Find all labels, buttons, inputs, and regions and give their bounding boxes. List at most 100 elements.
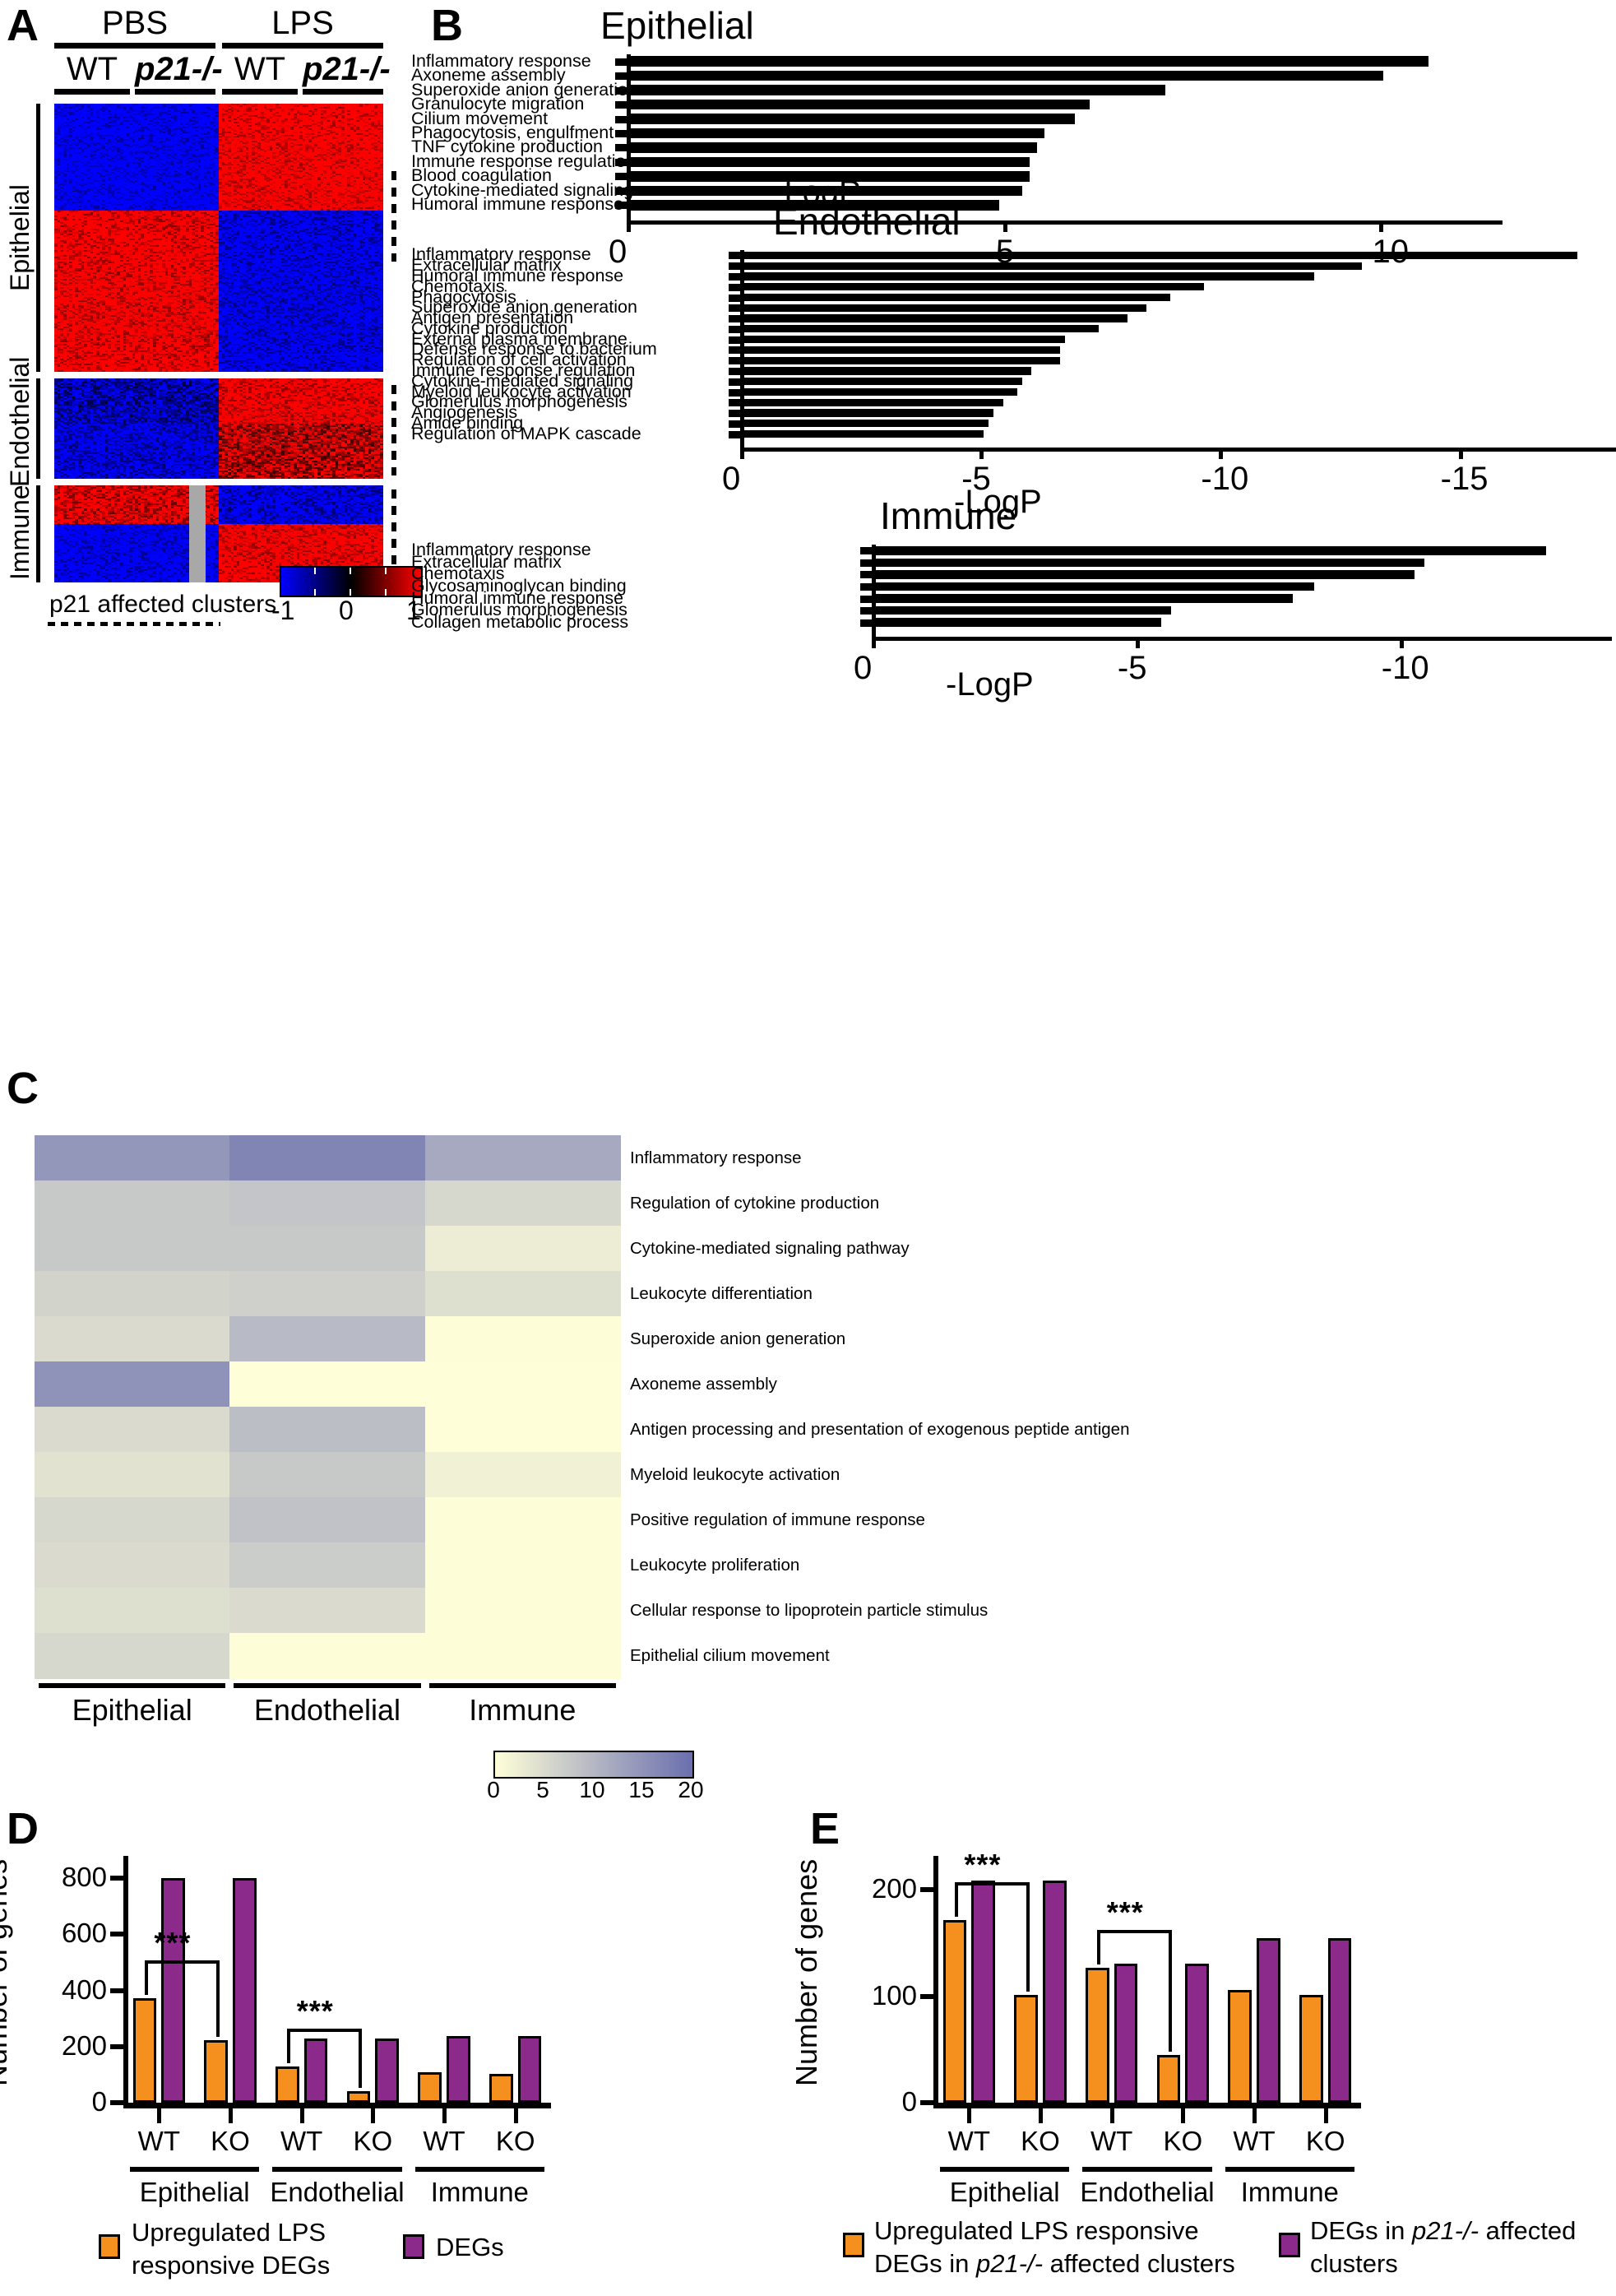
bar-degs <box>1114 1963 1138 2103</box>
sig-bracket <box>1097 1929 1169 1933</box>
panel-a-cluster-mark-3 <box>391 489 396 578</box>
chart-immune: Inflammatory response Extracellular matri… <box>411 538 1616 686</box>
axis-tick-bottom <box>1379 220 1384 232</box>
significance-marker: *** <box>1107 1895 1144 1930</box>
panel-a-rule-g2 <box>135 89 215 95</box>
y-axis-tick <box>110 1988 123 1993</box>
axis-tick <box>615 202 628 210</box>
axis-tick <box>729 420 742 428</box>
go-bar <box>631 99 1090 110</box>
heatmap-cell <box>35 1226 230 1272</box>
x-axis-tick-label: KO <box>336 2126 410 2157</box>
go-bar <box>744 262 1363 270</box>
go-bar <box>876 594 1293 603</box>
legend-label-degs: DEGs <box>436 2231 600 2264</box>
x-group-label: Endothelial <box>266 2177 408 2208</box>
heatmap-cell <box>35 1361 230 1408</box>
heatmap-row-label: Epithelial cilium movement <box>630 1647 830 1665</box>
heatmap-cell <box>229 1135 426 1181</box>
axis-tick <box>729 283 742 291</box>
axis-tick <box>729 357 742 365</box>
heatmap-cell <box>229 1497 426 1543</box>
y-axis-tick <box>110 1932 123 1937</box>
heatmap-group-label: Immune <box>425 1693 620 1728</box>
heatmap-cell <box>424 1452 621 1498</box>
axis-tick <box>729 367 742 375</box>
heatmap-cell <box>424 1407 621 1453</box>
panel-a-bracket-endothelial <box>36 378 40 479</box>
panel-a-bracket-immune <box>36 485 40 582</box>
go-bar <box>744 409 993 417</box>
x-axis-tick <box>1253 2108 1257 2123</box>
panel-a-cluster-mark-2 <box>391 385 396 475</box>
axis-tick <box>729 410 742 418</box>
axis-tick <box>860 619 873 627</box>
panel-c-group-labels: Epithelial Endothelial Immune <box>35 1683 620 1741</box>
heatmap-row-label: Inflammatory response <box>630 1149 802 1167</box>
bar-upregulated <box>204 2040 228 2103</box>
heatmap-row-label: Axoneme assembly <box>630 1375 777 1394</box>
heatmap-cell <box>35 1180 230 1227</box>
axis-tick <box>615 58 628 66</box>
axis-line-bottom <box>627 220 1503 225</box>
panel-a-rule-pbs <box>54 43 215 49</box>
y-axis-tick-label: 200 <box>827 1873 917 1904</box>
x-group-label: Epithelial <box>933 2177 1076 2208</box>
heatmap-cell <box>35 1135 230 1181</box>
heatmap-cell <box>35 1633 230 1679</box>
panel-a-group-epithelial: Epithelial <box>5 104 35 372</box>
axis-tick <box>860 559 873 567</box>
heatmap-cell <box>229 1588 426 1634</box>
go-bar <box>744 420 989 428</box>
legend-label-upregulated: Upregulated LPS responsive DEGs <box>132 2216 378 2282</box>
heatmap-cell <box>424 1633 621 1679</box>
axis-tick-label: -10 <box>1201 461 1248 498</box>
axis-tick <box>729 346 742 355</box>
axis-tick <box>615 130 628 137</box>
go-bar <box>876 618 1161 627</box>
go-bar <box>631 156 1030 168</box>
x-axis-tick <box>371 2108 376 2123</box>
panel-a-treatment-lps: LPS <box>222 5 383 42</box>
y-axis-tick-label: 800 <box>16 1862 107 1893</box>
x-axis-tick <box>157 2108 162 2123</box>
heatmap-cell <box>424 1316 621 1362</box>
axis-tick-label: -5 <box>1118 650 1147 687</box>
x-axis-tick <box>1109 2108 1114 2123</box>
heatmap-cell <box>229 1361 426 1408</box>
axis-tick-bottom <box>627 220 631 232</box>
heatmap-cell <box>424 1497 621 1543</box>
go-bar <box>876 570 1415 579</box>
go-bar <box>744 325 1099 333</box>
heatmap-row-label: Leukocyte proliferation <box>630 1556 799 1575</box>
axis-tick-bottom <box>1219 448 1224 459</box>
axis-tick <box>729 325 742 333</box>
axis-tick <box>729 336 742 344</box>
axis-tick-label: -15 <box>1441 461 1489 498</box>
bar-upregulated <box>1014 1995 1038 2103</box>
go-bar <box>876 582 1314 591</box>
colorbar-tick-label: 10 <box>572 1777 612 1803</box>
y-axis <box>933 1856 938 2103</box>
go-bar <box>744 304 1147 312</box>
heatmap-cell <box>229 1407 426 1453</box>
x-axis-tick-label: KO <box>1289 2126 1363 2157</box>
go-bar <box>744 378 1022 386</box>
sig-bracket-left <box>1097 1929 1101 1964</box>
panel-a-genotype-1: WT <box>54 51 130 88</box>
bar-upregulated <box>489 2073 513 2103</box>
heatmap-cell <box>424 1361 621 1408</box>
go-bar <box>631 128 1045 139</box>
axis-tick <box>615 72 628 81</box>
x-axis <box>933 2103 1361 2108</box>
panel-a-colorbar-mid: 0 <box>339 596 354 626</box>
x-axis-tick-label: WT <box>1075 2126 1149 2157</box>
x-axis-tick <box>1039 2108 1043 2123</box>
y-axis-tick <box>920 2100 933 2105</box>
bar-degs <box>517 2035 542 2103</box>
sig-bracket-right <box>1026 1881 1030 1992</box>
go-bar <box>744 314 1127 322</box>
sig-bracket <box>955 1881 1026 1886</box>
heatmap-cell <box>229 1633 426 1679</box>
axis-tick-label: 0 <box>722 461 740 498</box>
